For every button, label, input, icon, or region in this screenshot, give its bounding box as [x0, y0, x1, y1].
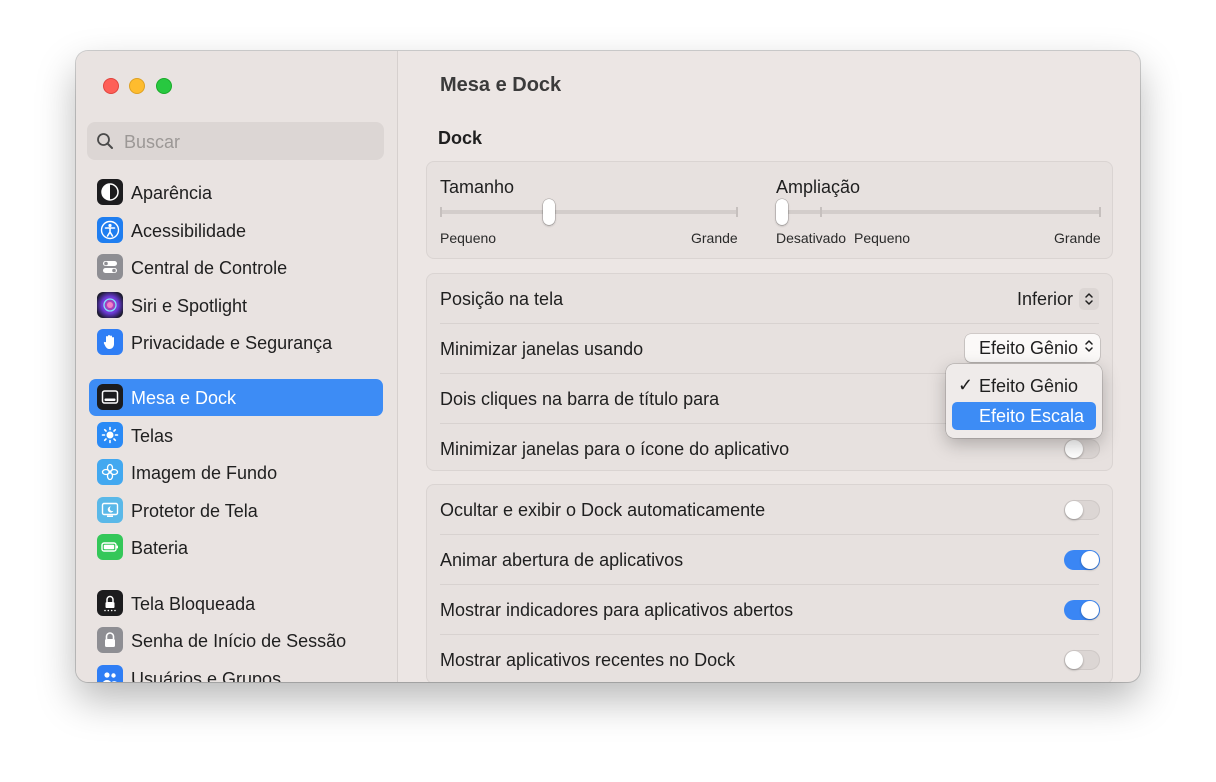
- row-indicadores: Mostrar indicadores para aplicativos abe…: [427, 585, 1112, 635]
- screensaver-icon: [97, 497, 123, 523]
- sidebar-item-label: Usuários e Grupos: [131, 669, 282, 682]
- sidebar-item-privacidade[interactable]: Privacidade e Segurança: [89, 324, 383, 361]
- sidebar-item-label: Telas: [131, 426, 174, 446]
- dock-icon: [97, 384, 123, 410]
- size-max-label: Grande: [691, 230, 738, 246]
- search-icon: [96, 132, 114, 155]
- show-recent-apps-toggle[interactable]: [1064, 650, 1100, 670]
- menu-item-label: Efeito Gênio: [979, 376, 1079, 396]
- chevron-updown-icon: [1079, 288, 1099, 310]
- dock-behaviour-card: Ocultar e exibir o Dock automaticamente …: [426, 484, 1113, 682]
- sidebar-item-imagem-de-fundo[interactable]: Imagem de Fundo: [89, 454, 383, 491]
- magnification-max-label: Grande: [1054, 230, 1101, 246]
- menu-item-efeito-escala[interactable]: Efeito Escala: [952, 402, 1096, 430]
- minimize-effect-popup[interactable]: Efeito Gênio: [964, 334, 1100, 362]
- size-slider-label: Tamanho: [440, 177, 515, 197]
- sidebar-item-label: Acessibilidade: [131, 221, 247, 241]
- appearance-icon: [97, 179, 123, 205]
- position-value: Inferior: [1016, 288, 1073, 309]
- magnification-slider-knob[interactable]: [776, 199, 788, 225]
- sidebar-item-central-de-controle[interactable]: Central de Controle: [89, 249, 383, 286]
- sidebar-item-senha[interactable]: Senha de Início de Sessão: [89, 622, 383, 659]
- main-pane: Mesa e Dock Dock Tamanho Pequeno Grande …: [398, 51, 1140, 682]
- menu-item-efeito-genio[interactable]: ✓ Efeito Gênio: [952, 372, 1096, 400]
- sidebar-item-label: Mesa e Dock: [131, 388, 237, 408]
- minimize-effect-menu: ✓ Efeito Gênio Efeito Escala: [946, 364, 1102, 438]
- row-label: Mostrar aplicativos recentes no Dock: [440, 650, 736, 670]
- sidebar: Buscar Aparência Acessibilidade Central …: [76, 51, 398, 682]
- checkmark-icon: ✓: [958, 375, 974, 395]
- sidebar-item-label: Central de Controle: [131, 258, 288, 278]
- show-indicators-toggle[interactable]: [1064, 600, 1100, 620]
- row-label: Dois cliques na barra de título para: [440, 389, 720, 409]
- animate-opening-toggle[interactable]: [1064, 550, 1100, 570]
- section-title: Dock: [438, 128, 483, 148]
- sidebar-item-label: Protetor de Tela: [131, 501, 258, 521]
- row-label: Mostrar indicadores para aplicativos abe…: [440, 600, 794, 620]
- sidebar-item-tela-bloqueada[interactable]: Tela Bloqueada: [89, 585, 383, 622]
- settings-window: Buscar Aparência Acessibilidade Central …: [76, 51, 1140, 682]
- users-icon: [97, 665, 123, 682]
- minimize-window-button[interactable]: [129, 78, 145, 94]
- sidebar-item-siri-e-spotlight[interactable]: Siri e Spotlight: [89, 287, 383, 324]
- zoom-window-button[interactable]: [156, 78, 172, 94]
- control-center-icon: [97, 254, 123, 280]
- flower-icon: [97, 459, 123, 485]
- sidebar-item-mesa-e-dock[interactable]: Mesa e Dock: [89, 379, 383, 416]
- sidebar-item-bateria[interactable]: Bateria: [89, 529, 383, 566]
- accessibility-icon: [97, 217, 123, 243]
- sidebar-item-usuarios[interactable]: Usuários e Grupos: [89, 660, 383, 682]
- search-placeholder: Buscar: [124, 132, 181, 152]
- row-label: Animar abertura de aplicativos: [440, 550, 684, 570]
- autohide-dock-toggle[interactable]: [1064, 500, 1100, 520]
- minimize-effect-value: Efeito Gênio: [978, 337, 1078, 358]
- search-field[interactable]: Buscar: [87, 122, 384, 160]
- size-slider-knob[interactable]: [542, 199, 555, 225]
- size-min-label: Pequeno: [440, 230, 497, 246]
- lock-icon: [97, 627, 123, 653]
- sidebar-item-label: Imagem de Fundo: [131, 463, 278, 483]
- minimize-to-app-icon-toggle[interactable]: [1064, 439, 1100, 459]
- siri-icon: [97, 292, 123, 318]
- row-label: Ocultar e exibir o Dock automaticamente: [440, 500, 766, 520]
- close-window-button[interactable]: [103, 78, 119, 94]
- sidebar-item-label: Aparência: [131, 183, 213, 203]
- lock-screen-icon: [97, 590, 123, 616]
- sidebar-item-acessibilidade[interactable]: Acessibilidade: [89, 212, 383, 249]
- battery-icon: [97, 534, 123, 560]
- page-title: Mesa e Dock: [440, 74, 562, 96]
- row-label: Minimizar janelas para o ícone do aplica…: [440, 439, 790, 459]
- row-recentes: Mostrar aplicativos recentes no Dock: [427, 635, 1112, 682]
- position-popup[interactable]: Inferior: [1017, 286, 1099, 312]
- magnification-off-label: Desativado: [776, 230, 847, 246]
- chevron-updown-icon: [1084, 339, 1094, 358]
- menu-item-label: Efeito Escala: [979, 406, 1085, 426]
- magnification-min-label: Pequeno: [854, 230, 911, 246]
- sidebar-item-telas[interactable]: Telas: [89, 417, 383, 454]
- sidebar-item-protetor-de-tela[interactable]: Protetor de Tela: [89, 492, 383, 529]
- sidebar-item-label: Siri e Spotlight: [131, 296, 248, 316]
- row-label: Posição na tela: [440, 289, 564, 309]
- dock-sliders-card: Tamanho Pequeno Grande Ampliação Desativ…: [426, 161, 1113, 259]
- hand-icon: [97, 329, 123, 355]
- row-animar-abertura: Animar abertura de aplicativos: [427, 535, 1112, 585]
- row-ocultar-dock: Ocultar e exibir o Dock automaticamente: [427, 485, 1112, 535]
- row-label: Minimizar janelas usando: [440, 339, 644, 359]
- sidebar-item-label: Bateria: [131, 538, 189, 558]
- sidebar-item-label: Senha de Início de Sessão: [131, 631, 347, 651]
- row-posicao: Posição na tela Inferior: [427, 274, 1112, 324]
- sidebar-item-label: Privacidade e Segurança: [131, 333, 333, 353]
- sidebar-item-aparencia[interactable]: Aparência: [89, 174, 383, 211]
- sidebar-item-label: Tela Bloqueada: [131, 594, 256, 614]
- sun-icon: [97, 422, 123, 448]
- magnification-slider-label: Ampliação: [776, 177, 861, 197]
